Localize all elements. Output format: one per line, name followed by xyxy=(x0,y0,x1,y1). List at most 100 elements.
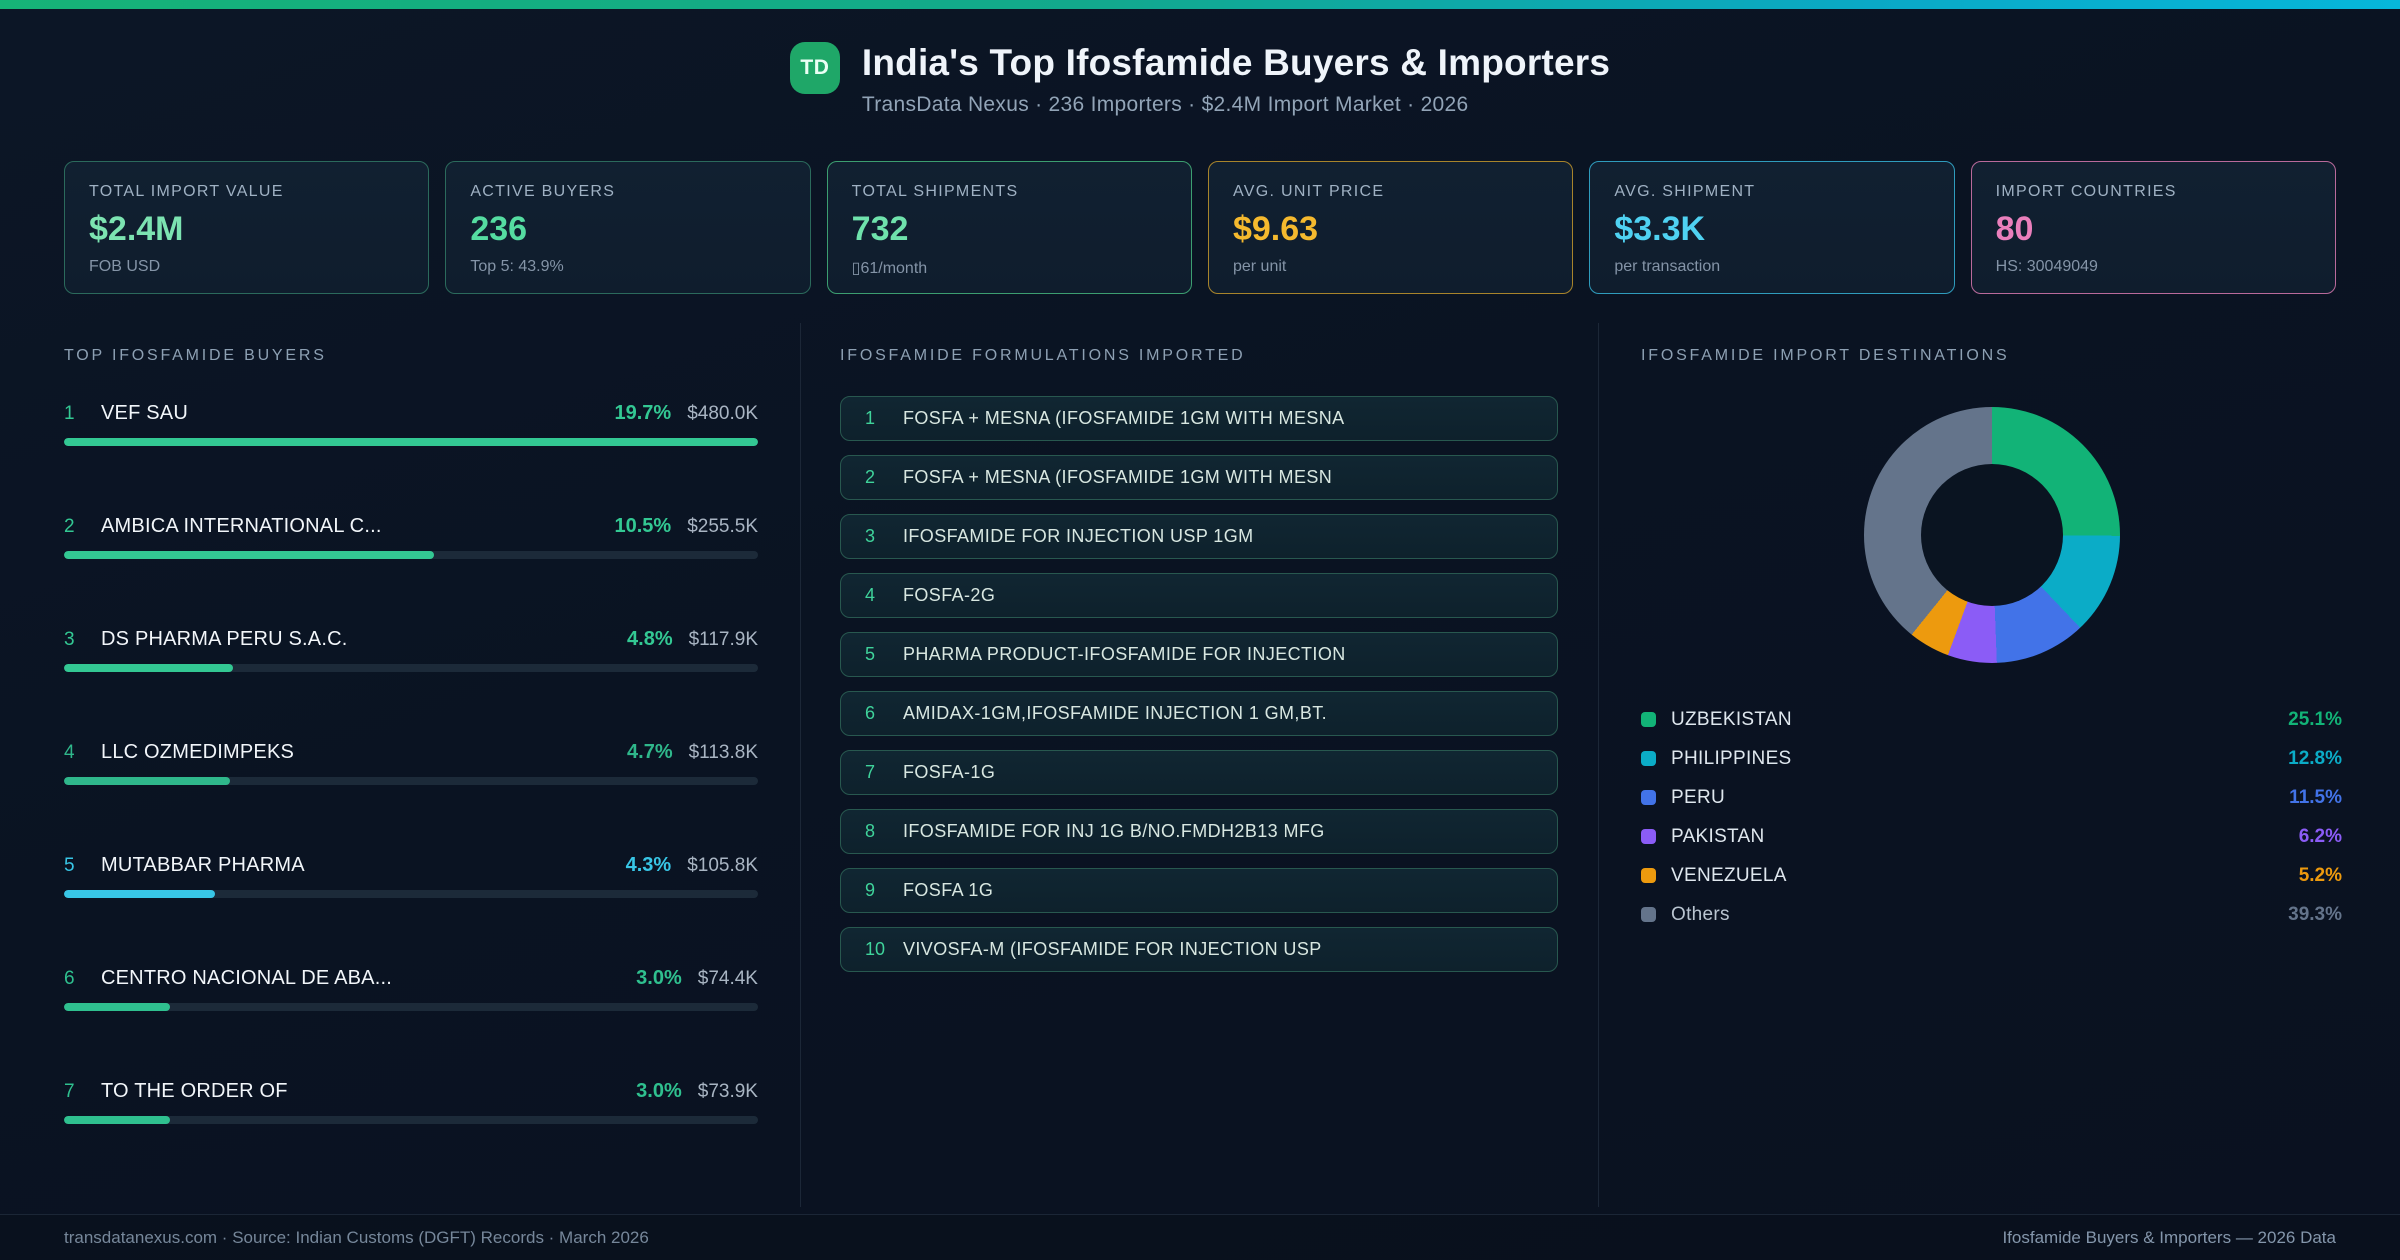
buyer-name: AMBICA INTERNATIONAL C... xyxy=(101,515,382,537)
page-subtitle: TransData Nexus · 236 Importers · $2.4M … xyxy=(861,93,1469,116)
legend-row-pakistan[interactable]: PAKISTAN 6.2% xyxy=(1641,817,2342,856)
formulation-item[interactable]: 8 IFOSFAMIDE FOR INJ 1G B/NO.FMDH2B13 MF… xyxy=(840,809,1558,854)
formulation-item[interactable]: 1 FOSFA + MESNA (IFOSFAMIDE 1GM WITH MES… xyxy=(840,396,1558,441)
import-destinations-donut-chart xyxy=(1863,407,2120,663)
legend-row-uzbekistan[interactable]: UZBEKISTAN 25.1% xyxy=(1641,700,2342,739)
buyer-bar-fill xyxy=(64,1003,170,1011)
formulation-number: 6 xyxy=(865,703,876,723)
formulation-item[interactable]: 4 FOSFA-2G xyxy=(840,573,1558,618)
legend-percent: 6.2% xyxy=(2298,825,2342,847)
legend-percent: 39.3% xyxy=(2288,903,2342,925)
kpi-value: $3.3K xyxy=(1614,210,1706,248)
footer-source-text[interactable]: transdatanexus.com · Source: Indian Cust… xyxy=(64,1228,649,1248)
buyer-share-percent: 4.3% xyxy=(625,854,672,876)
formulation-number: 7 xyxy=(865,762,876,782)
buyer-name: LLC OZMEDIMPEKS xyxy=(101,741,295,763)
page-header: TD India's Top Ifosfamide Buyers & Impor… xyxy=(0,9,2400,117)
buyer-bar-track xyxy=(64,438,758,446)
kpi-label: AVG. UNIT PRICE xyxy=(1232,183,1385,200)
kpi-label: TOTAL SHIPMENTS xyxy=(851,183,1019,200)
legend-swatch xyxy=(1641,751,1656,766)
formulation-item[interactable]: 7 FOSFA-1G xyxy=(840,750,1558,795)
buyer-row[interactable]: 1 VEF SAU 19.7% $480.0K xyxy=(64,402,758,446)
formulation-name: AMIDAX-1GM,IFOSFAMIDE INJECTION 1 GM,BT. xyxy=(903,703,1328,723)
kpi-label: TOTAL IMPORT VALUE xyxy=(89,183,284,200)
buyer-share-percent: 19.7% xyxy=(614,402,672,424)
buyer-row[interactable]: 2 AMBICA INTERNATIONAL C... 10.5% $255.5… xyxy=(64,515,758,559)
buyer-rank: 6 xyxy=(64,968,75,989)
legend-row-others[interactable]: Others 39.3% xyxy=(1641,895,2342,934)
kpi-subtext: per unit xyxy=(1232,258,1287,275)
kpi-value: 80 xyxy=(1995,210,2034,248)
legend-row-peru[interactable]: PERU 11.5% xyxy=(1641,778,2342,817)
buyer-rank: 3 xyxy=(64,629,75,650)
buyer-bar-track xyxy=(64,890,758,898)
formulation-number: 4 xyxy=(865,585,876,605)
top-buyers-panel: TOP IFOSFAMIDE BUYERS 1 VEF SAU 19.7% $4… xyxy=(0,323,800,1207)
buyer-share-percent: 4.8% xyxy=(627,628,673,650)
kpi-cards-row: TOTAL IMPORT VALUE $2.4M FOB USD ACTIVE … xyxy=(64,161,2336,294)
buyer-row[interactable]: 7 TO THE ORDER OF 3.0% $73.9K xyxy=(64,1080,758,1124)
formulation-name: PHARMA PRODUCT-IFOSFAMIDE FOR INJECTION xyxy=(903,644,1346,664)
kpi-label: IMPORT COUNTRIES xyxy=(1995,183,2177,200)
formulation-item[interactable]: 3 IFOSFAMIDE FOR INJECTION USP 1GM xyxy=(840,514,1558,559)
formulation-name: FOSFA + MESNA (IFOSFAMIDE 1GM WITH MESN xyxy=(903,467,1333,487)
formulation-item[interactable]: 2 FOSFA + MESNA (IFOSFAMIDE 1GM WITH MES… xyxy=(840,455,1558,500)
formulation-list: 1 FOSFA + MESNA (IFOSFAMIDE 1GM WITH MES… xyxy=(840,396,1558,972)
buyer-rank: 4 xyxy=(64,742,75,763)
buyer-bar-fill xyxy=(64,551,434,559)
kpi-value: $2.4M xyxy=(89,210,184,248)
buyer-name: TO THE ORDER OF xyxy=(101,1080,288,1102)
buyer-share-percent: 3.0% xyxy=(636,1080,682,1102)
formulation-name: FOSFA + MESNA (IFOSFAMIDE 1GM WITH MESNA xyxy=(903,408,1345,428)
buyer-share-percent: 3.0% xyxy=(636,967,682,989)
buyer-import-value: $74.4K xyxy=(697,968,758,989)
kpi-value: $9.63 xyxy=(1232,210,1319,248)
formulation-item[interactable]: 5 PHARMA PRODUCT-IFOSFAMIDE FOR INJECTIO… xyxy=(840,632,1558,677)
footer: transdatanexus.com · Source: Indian Cust… xyxy=(0,1214,2400,1260)
legend-row-venezuela[interactable]: VENEZUELA 5.2% xyxy=(1641,856,2342,895)
buyer-bar-track xyxy=(64,664,758,672)
formulation-number: 2 xyxy=(865,467,876,487)
buyer-row[interactable]: 3 DS PHARMA PERU S.A.C. 4.8% $117.9K xyxy=(64,628,758,672)
formulation-name: FOSFA-1G xyxy=(903,762,996,782)
kpi-subtext: ▯61/month xyxy=(851,260,928,277)
kpi-card-avg-shipment: AVG. SHIPMENT $3.3K per transaction xyxy=(1589,161,1955,294)
kpi-value: 732 xyxy=(851,210,909,248)
buyer-name: MUTABBAR PHARMA xyxy=(101,854,305,876)
formulations-section-title: IFOSFAMIDE FORMULATIONS IMPORTED xyxy=(840,347,1246,364)
buyer-bar-fill xyxy=(64,438,758,446)
kpi-card-active-buyers: ACTIVE BUYERS 236 Top 5: 43.9% xyxy=(445,161,811,294)
buyer-row[interactable]: 6 CENTRO NACIONAL DE ABA... 3.0% $74.4K xyxy=(64,967,758,1011)
donut-legend: UZBEKISTAN 25.1% PHILIPPINES 12.8% PERU … xyxy=(1641,700,2342,934)
buyer-row[interactable]: 4 LLC OZMEDIMPEKS 4.7% $113.8K xyxy=(64,741,758,785)
formulation-name: IFOSFAMIDE FOR INJ 1G B/NO.FMDH2B13 MFG xyxy=(903,821,1325,841)
formulation-item[interactable]: 9 FOSFA 1G xyxy=(840,868,1558,913)
formulation-number: 3 xyxy=(865,526,876,546)
kpi-card-avg-unit-price: AVG. UNIT PRICE $9.63 per unit xyxy=(1207,161,1574,294)
legend-swatch xyxy=(1641,868,1656,883)
buyer-bar-fill xyxy=(64,664,234,672)
formulation-number: 1 xyxy=(865,408,876,428)
kpi-label: ACTIVE BUYERS xyxy=(470,183,616,200)
main-content: TOP IFOSFAMIDE BUYERS 1 VEF SAU 19.7% $4… xyxy=(0,323,2400,1207)
formulation-item[interactable]: 10 VIVOSFA-M (IFOSFAMIDE FOR INJECTION U… xyxy=(840,927,1558,972)
legend-country-label: PHILIPPINES xyxy=(1671,747,1792,769)
buyer-bar-fill xyxy=(64,890,216,898)
formulation-name: FOSFA 1G xyxy=(903,880,994,900)
top-buyers-section-title: TOP IFOSFAMIDE BUYERS xyxy=(64,347,327,364)
buyer-rank: 2 xyxy=(64,516,75,537)
buyer-row[interactable]: 5 MUTABBAR PHARMA 4.3% $105.8K xyxy=(64,854,758,898)
buyer-import-value: $105.8K xyxy=(687,855,758,876)
buyer-bar-fill xyxy=(64,1116,170,1124)
formulation-name: VIVOSFA-M (IFOSFAMIDE FOR INJECTION USP xyxy=(903,939,1322,959)
kpi-card-total-shipments: TOTAL SHIPMENTS 732 ▯61/month xyxy=(826,161,1192,294)
buyer-import-value: $113.8K xyxy=(688,742,758,763)
formulation-number: 10 xyxy=(865,939,886,959)
donut-hole xyxy=(1920,464,2063,606)
buyer-share-percent: 10.5% xyxy=(614,515,672,537)
legend-row-philippines[interactable]: PHILIPPINES 12.8% xyxy=(1641,739,2342,778)
kpi-card-import-countries: IMPORT COUNTRIES 80 HS: 30049049 xyxy=(1970,161,2336,294)
legend-swatch xyxy=(1641,790,1656,805)
formulation-item[interactable]: 6 AMIDAX-1GM,IFOSFAMIDE INJECTION 1 GM,B… xyxy=(840,691,1558,736)
